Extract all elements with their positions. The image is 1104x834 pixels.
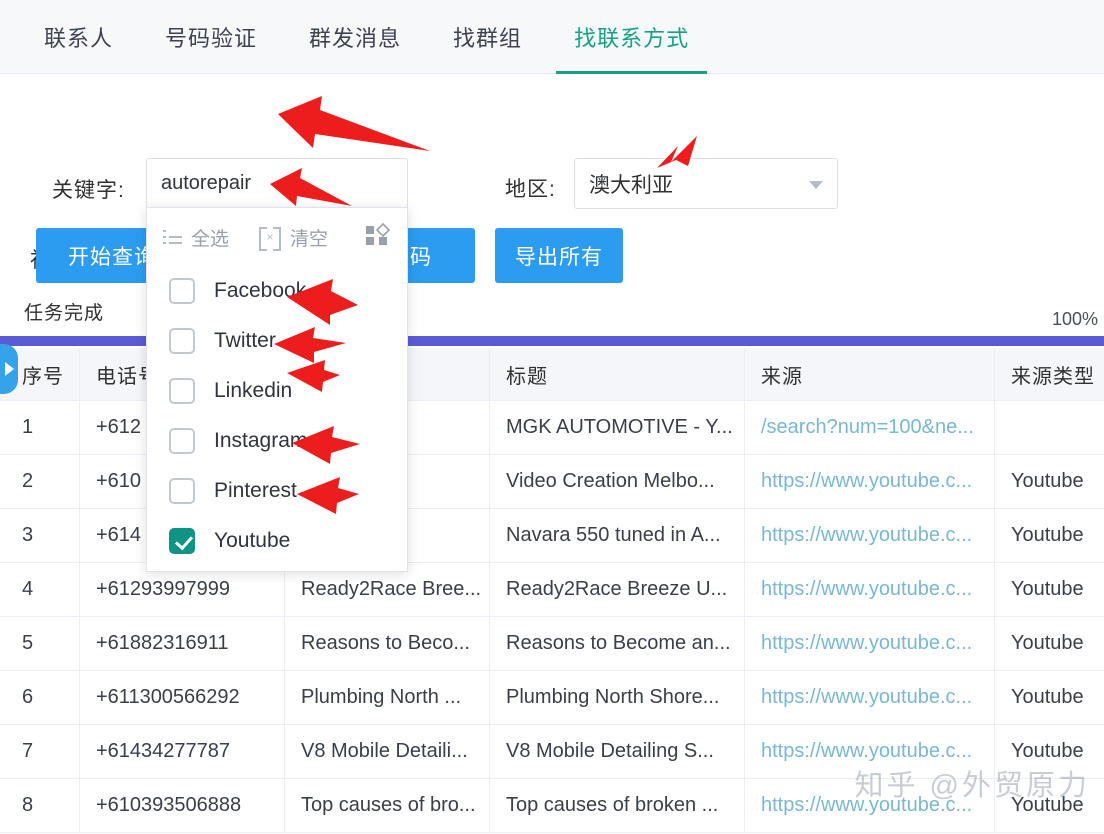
dropdown-option-label: Instagram <box>214 429 307 453</box>
tab-find-contact-method[interactable]: 找联系方式 <box>548 0 715 74</box>
checkbox[interactable] <box>169 378 195 404</box>
cell-index: 2 <box>0 455 80 508</box>
dropdown-toolbar: 全选 × 清空 <box>147 208 407 266</box>
clear-box-icon: × <box>259 227 281 247</box>
main-tabbar: 联系人 号码验证 群发消息 找群组 找联系方式 <box>0 0 1104 74</box>
grid-shapes-icon[interactable] <box>365 223 391 252</box>
tab-label: 找联系方式 <box>574 21 689 53</box>
region-select[interactable]: 澳大利亚 <box>574 158 838 209</box>
dropdown-option-pinterest[interactable]: Pinterest <box>147 466 407 516</box>
tab-label: 号码验证 <box>165 21 257 53</box>
cell-name: Reasons to Beco... <box>285 617 490 670</box>
search-form: 关键字: autorepair 地区: 澳大利亚 社交平台: Youtube ✕ <box>0 74 1104 214</box>
region-label: 地区: <box>505 173 556 203</box>
cell-title: Navara 550 tuned in A... <box>490 509 745 562</box>
checkbox[interactable] <box>169 328 195 354</box>
dropdown-option-linkedin[interactable]: Linkedin <box>147 366 407 416</box>
cell-source-link[interactable]: https://www.youtube.c... <box>745 455 995 508</box>
cell-source-link[interactable]: https://www.youtube.c... <box>745 563 995 616</box>
cell-index: 4 <box>0 563 80 616</box>
dropdown-option-label: Youtube <box>214 529 290 553</box>
cell-source-link[interactable]: https://www.youtube.c... <box>745 671 995 724</box>
progress-percent-label: 100% <box>1052 309 1098 330</box>
cell-source-link[interactable]: /search?num=100&ne... <box>745 401 995 454</box>
cell-title: Reasons to Become an... <box>490 617 745 670</box>
cell-title: Ready2Race Breeze U... <box>490 563 745 616</box>
cell-title: Top causes of broken ... <box>490 779 745 832</box>
social-platform-dropdown: 全选 × 清空 Facebook Twitter Linkedin Instagram… <box>146 207 408 572</box>
tab-label: 群发消息 <box>309 21 401 53</box>
cell-phone: +610393506888 <box>80 779 285 832</box>
select-all-label: 全选 <box>191 224 229 251</box>
cell-title: Video Creation Melbo... <box>490 455 745 508</box>
checkbox[interactable] <box>169 278 195 304</box>
cell-phone: +61882316911 <box>80 617 285 670</box>
dropdown-option-twitter[interactable]: Twitter <box>147 316 407 366</box>
keyword-input-value: autorepair <box>161 172 251 195</box>
tab-contacts[interactable]: 联系人 <box>18 0 139 74</box>
dropdown-option-youtube[interactable]: Youtube <box>147 516 407 566</box>
region-select-value: 澳大利亚 <box>589 169 673 199</box>
cell-source-type: Youtube <box>995 509 1104 562</box>
keyword-label: 关键字: <box>52 174 125 204</box>
cell-phone: +61434277787 <box>80 725 285 778</box>
watermark: 知乎 @外贸原力 <box>855 762 1091 804</box>
chevron-down-icon <box>809 181 823 189</box>
export-all-button[interactable]: 导出所有 <box>495 228 623 283</box>
cell-source-link[interactable]: https://www.youtube.c... <box>745 509 995 562</box>
cell-name: Plumbing North ... <box>285 671 490 724</box>
tab-label: 找群组 <box>453 21 522 53</box>
dropdown-option-label: Linkedin <box>214 379 292 403</box>
task-status-text: 任务完成 <box>24 298 104 325</box>
cell-index: 7 <box>0 725 80 778</box>
cell-source-type <box>995 401 1104 454</box>
table-row[interactable]: 6+611300566292Plumbing North ...Plumbing… <box>0 671 1104 725</box>
tab-find-group[interactable]: 找群组 <box>427 0 548 74</box>
cell-title: MGK AUTOMOTIVE - Y... <box>490 401 745 454</box>
dropdown-options-list: Facebook Twitter Linkedin Instagram Pinteres… <box>147 266 407 566</box>
column-header-title: 标题 <box>490 348 745 400</box>
column-header-source-type: 来源类型 <box>995 348 1104 400</box>
sidebar-collapse-toggle[interactable] <box>0 344 18 394</box>
cell-index: 8 <box>0 779 80 832</box>
checkbox[interactable] <box>169 478 195 504</box>
tab-bulk-message[interactable]: 群发消息 <box>283 0 427 74</box>
cell-phone: +611300566292 <box>80 671 285 724</box>
cell-index: 1 <box>0 401 80 454</box>
cell-source-type: Youtube <box>995 671 1104 724</box>
checkbox[interactable] <box>169 528 195 554</box>
keyword-input[interactable]: autorepair <box>146 158 408 209</box>
cell-source-type: Youtube <box>995 455 1104 508</box>
dropdown-option-label: Twitter <box>214 329 276 353</box>
cell-source-type: Youtube <box>995 617 1104 670</box>
cell-index: 3 <box>0 509 80 562</box>
app-root: 联系人 号码验证 群发消息 找群组 找联系方式 关键字: autorepair … <box>0 0 1104 834</box>
cell-title: V8 Mobile Detailing S... <box>490 725 745 778</box>
dropdown-option-instagram[interactable]: Instagram <box>147 416 407 466</box>
clear-label: 清空 <box>290 224 328 251</box>
cell-title: Plumbing North Shore... <box>490 671 745 724</box>
cell-index: 6 <box>0 671 80 724</box>
tab-label: 联系人 <box>44 21 113 53</box>
list-icon <box>163 230 182 245</box>
table-row[interactable]: 5+61882316911Reasons to Beco...Reasons t… <box>0 617 1104 671</box>
dropdown-option-label: Pinterest <box>214 479 297 503</box>
select-all-action[interactable]: 全选 <box>163 224 229 251</box>
dropdown-option-label: Facebook <box>214 279 306 303</box>
column-header-source: 来源 <box>745 348 995 400</box>
tab-number-verification[interactable]: 号码验证 <box>139 0 283 74</box>
cell-source-link[interactable]: https://www.youtube.c... <box>745 617 995 670</box>
cell-name: Top causes of bro... <box>285 779 490 832</box>
clear-action[interactable]: × 清空 <box>259 224 328 251</box>
cell-index: 5 <box>0 617 80 670</box>
cell-source-type: Youtube <box>995 563 1104 616</box>
chevron-right-icon <box>5 362 14 376</box>
cell-name: V8 Mobile Detaili... <box>285 725 490 778</box>
checkbox[interactable] <box>169 428 195 454</box>
dropdown-option-facebook[interactable]: Facebook <box>147 266 407 316</box>
